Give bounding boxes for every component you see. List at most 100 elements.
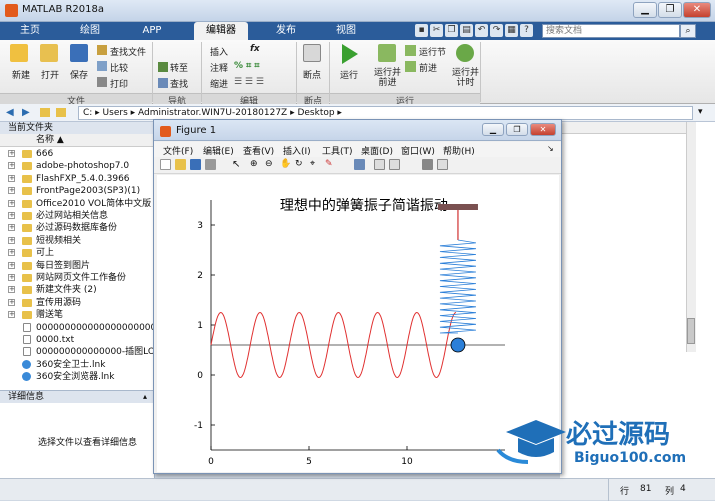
expand-icon[interactable]: + bbox=[8, 311, 15, 319]
menu-help[interactable]: 帮助(H) bbox=[443, 144, 475, 157]
open-folder-icon[interactable] bbox=[40, 44, 58, 62]
dock-arrow-icon[interactable]: ↘ bbox=[547, 144, 554, 153]
save-figure-icon[interactable] bbox=[190, 159, 201, 170]
print-button[interactable]: 打印 bbox=[110, 77, 128, 90]
run-icon[interactable] bbox=[342, 44, 358, 64]
file-list-item[interactable]: + 必过网站相关信息 bbox=[0, 210, 153, 222]
file-list-item[interactable]: + 新建文件夹 (2) bbox=[0, 284, 153, 296]
brush-icon[interactable]: ✎ bbox=[325, 159, 336, 170]
file-list-item[interactable]: + FlashFXP_5.4.0.3966 bbox=[0, 173, 153, 185]
find-files-button[interactable]: 查找文件 bbox=[110, 45, 146, 58]
file-list-item[interactable]: + FrontPage2003(SP3)(1) bbox=[0, 185, 153, 197]
cut-icon[interactable]: ✂ bbox=[430, 24, 443, 37]
fx-button[interactable]: fx bbox=[250, 44, 260, 54]
tab-editor[interactable]: 编辑器 bbox=[194, 22, 248, 40]
tab-plots[interactable]: 绘图 bbox=[66, 22, 114, 40]
file-list-item[interactable]: + 赠送笔 bbox=[0, 309, 153, 321]
file-list-item[interactable]: + 必过源码数据库备份 bbox=[0, 222, 153, 234]
figure-title-bar[interactable]: Figure 1 ▁ ❐ ✕ bbox=[154, 120, 561, 141]
file-list-item[interactable]: +666 bbox=[0, 148, 153, 160]
expand-icon[interactable]: + bbox=[8, 274, 15, 281]
scrollbar-thumb[interactable] bbox=[687, 318, 695, 344]
show-tools-icon[interactable] bbox=[437, 159, 448, 170]
tab-view[interactable]: 视图 bbox=[322, 22, 370, 40]
zoom-in-icon[interactable]: ⊕ bbox=[250, 159, 261, 170]
menu-file[interactable]: 文件(F) bbox=[163, 144, 193, 157]
chevron-down-icon[interactable]: ▾ bbox=[698, 107, 703, 117]
expand-icon[interactable]: + bbox=[8, 174, 15, 182]
colorbar-icon[interactable] bbox=[374, 159, 385, 170]
column-header-name[interactable]: 名称 ▲ bbox=[0, 134, 155, 147]
data-cursor-icon[interactable]: ⌖ bbox=[310, 159, 321, 170]
find-button[interactable]: 查找 bbox=[170, 77, 188, 90]
file-list-item[interactable]: + 宣传用源码 bbox=[0, 297, 153, 309]
figure-close-button[interactable]: ✕ bbox=[530, 123, 556, 136]
collapse-icon[interactable]: ▴ bbox=[143, 392, 147, 401]
menu-desktop[interactable]: 桌面(D) bbox=[361, 144, 393, 157]
run-time-icon[interactable] bbox=[456, 44, 474, 62]
expand-icon[interactable]: + bbox=[8, 236, 15, 244]
back-arrow-icon[interactable]: ◀ bbox=[6, 107, 14, 118]
expand-icon[interactable]: + bbox=[8, 286, 15, 294]
help-icon[interactable]: ? bbox=[520, 24, 533, 37]
save-button[interactable]: 保存 bbox=[70, 68, 88, 81]
save-disk-icon[interactable] bbox=[70, 44, 88, 62]
run-advance-icon[interactable] bbox=[378, 44, 396, 62]
open-file-icon[interactable] bbox=[175, 159, 186, 170]
menu-edit[interactable]: 编辑(E) bbox=[203, 144, 234, 157]
figure-minimize-button[interactable]: ▁ bbox=[482, 123, 504, 136]
paste-icon[interactable]: ▤ bbox=[460, 24, 473, 37]
file-list-item[interactable]: + 短视频相关 bbox=[0, 235, 153, 247]
forward-arrow-icon[interactable]: ▶ bbox=[22, 107, 30, 118]
new-figure-icon[interactable] bbox=[160, 159, 171, 170]
file-list-item[interactable]: 000000000000000000000000... bbox=[0, 322, 153, 334]
file-list-item[interactable]: + 每日签到图片 bbox=[0, 260, 153, 272]
run-advance-button[interactable]: 运行并 前进 bbox=[374, 68, 401, 88]
expand-icon[interactable]: + bbox=[8, 298, 15, 306]
expand-icon[interactable]: + bbox=[8, 249, 15, 257]
rotate-icon[interactable]: ↻ bbox=[295, 159, 306, 170]
file-list-item[interactable]: + 网站网页文件工作备份 bbox=[0, 272, 153, 284]
legend-icon[interactable] bbox=[389, 159, 400, 170]
compare-button[interactable]: 比较 bbox=[110, 61, 128, 74]
save-icon[interactable]: ▪ bbox=[415, 24, 428, 37]
browse-folder-icon[interactable] bbox=[56, 108, 66, 117]
expand-icon[interactable]: + bbox=[8, 261, 15, 269]
insert-button[interactable]: 插入 bbox=[210, 45, 228, 58]
menu-view[interactable]: 查看(V) bbox=[243, 144, 274, 157]
print-figure-icon[interactable] bbox=[205, 159, 216, 170]
undo-icon[interactable]: ↶ bbox=[475, 24, 488, 37]
current-folder-path[interactable]: C: ▸ Users ▸ Administrator.WIN7U-2018012… bbox=[78, 106, 693, 120]
menu-tools[interactable]: 工具(T) bbox=[322, 144, 353, 157]
open-button[interactable]: 打开 bbox=[41, 68, 59, 81]
comment-button[interactable]: 注释 bbox=[210, 61, 228, 74]
redo-icon[interactable]: ↷ bbox=[490, 24, 503, 37]
file-list-item[interactable]: 0000.txt bbox=[0, 334, 153, 346]
new-button[interactable]: 新建 bbox=[12, 68, 30, 81]
breakpoints-button[interactable]: 断点 bbox=[303, 68, 321, 81]
expand-icon[interactable]: + bbox=[8, 199, 15, 207]
file-list-item[interactable]: + 可上 bbox=[0, 247, 153, 259]
pointer-icon[interactable]: ↖ bbox=[232, 159, 243, 170]
hide-tools-icon[interactable] bbox=[422, 159, 433, 170]
run-and-time-button[interactable]: 运行并 计时 bbox=[452, 68, 479, 88]
restore-button[interactable]: ❐ bbox=[658, 2, 682, 18]
minimize-button[interactable]: ▁ bbox=[633, 2, 657, 18]
zoom-out-icon[interactable]: ⊖ bbox=[265, 159, 276, 170]
link-plot-icon[interactable] bbox=[354, 159, 365, 170]
goto-button[interactable]: 转至 bbox=[170, 61, 188, 74]
search-input[interactable]: 搜索文档 bbox=[542, 24, 680, 38]
copy-icon[interactable]: ❐ bbox=[445, 24, 458, 37]
up-folder-icon[interactable] bbox=[40, 108, 50, 117]
expand-icon[interactable]: + bbox=[8, 212, 15, 219]
switch-window-icon[interactable]: ▦ bbox=[505, 24, 518, 37]
new-file-icon[interactable] bbox=[10, 44, 28, 62]
tab-home[interactable]: 主页 bbox=[6, 22, 54, 40]
tab-apps[interactable]: APP bbox=[128, 22, 176, 40]
file-list-item[interactable]: + adobe-photoshop7.0 bbox=[0, 160, 153, 172]
file-list-item[interactable]: 360安全卫士.lnk bbox=[0, 359, 153, 371]
file-list-item[interactable]: + Office2010 VOL简体中文版 bbox=[0, 198, 153, 210]
expand-icon[interactable]: + bbox=[8, 224, 15, 232]
pan-icon[interactable]: ✋ bbox=[280, 159, 291, 170]
run-section-button[interactable]: 运行节 bbox=[419, 45, 446, 58]
